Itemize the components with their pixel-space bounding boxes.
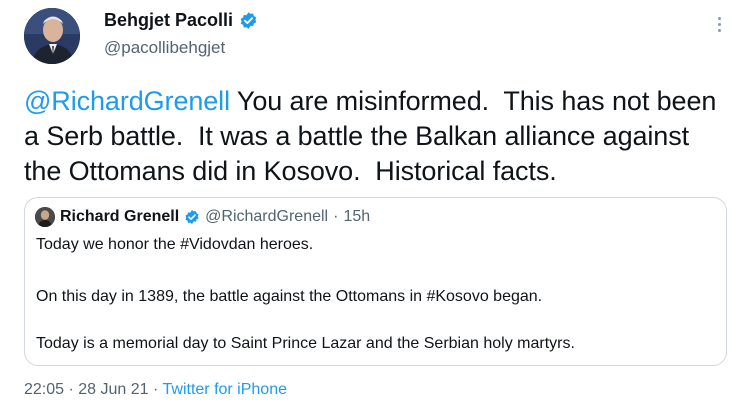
verified-badge-icon <box>239 11 258 30</box>
quoted-tweet-line-1: Today we honor the #Vidovdan heroes. <box>36 236 314 253</box>
quoted-author-display-name[interactable]: Richard Grenell <box>60 208 179 226</box>
quoted-separator: · <box>333 208 339 225</box>
tweet-text-line-1-rest: You are misinformed. This has not been <box>229 86 717 116</box>
quoted-tweet-age[interactable]: 15h <box>343 208 370 226</box>
author-name-row[interactable]: Behgjet Pacolli <box>104 10 258 31</box>
tweet-text-line-3: the Ottomans did in Kosovo. Historical f… <box>24 156 557 186</box>
quoted-tweet[interactable]: Richard Grenell @RichardGrenell · 15h To… <box>24 197 727 366</box>
tweet: Behgjet Pacolli @pacollibehgjet @Richard… <box>0 0 749 416</box>
quoted-tweet-line-2: On this day in 1389, the battle against … <box>36 288 543 305</box>
tweet-date[interactable]: 28 Jun 21 <box>78 381 148 398</box>
quoted-tweet-header: Richard Grenell @RichardGrenell · 15h <box>35 207 370 227</box>
author-display-name[interactable]: Behgjet Pacolli <box>104 10 233 31</box>
tweet-text-line-1: @RichardGrenell You are misinformed. Thi… <box>24 84 739 119</box>
tweet-text-line-2: a Serb battle. It was a battle the Balka… <box>24 121 690 151</box>
tweet-time[interactable]: 22:05 <box>24 381 64 398</box>
tweet-source-link[interactable]: Twitter for iPhone <box>163 381 288 398</box>
tweet-footer: 22:05 · 28 Jun 21 · Twitter for iPhone <box>24 381 287 399</box>
more-options-icon[interactable] <box>709 14 729 34</box>
tweet-text: @RichardGrenell You are misinformed. Thi… <box>24 84 739 189</box>
mention-link[interactable]: @RichardGrenell <box>24 86 230 116</box>
quoted-author-handle[interactable]: @RichardGrenell <box>205 208 328 226</box>
footer-separator-1: · <box>68 381 74 398</box>
footer-separator-2: · <box>153 381 159 398</box>
quoted-tweet-line-3: Today is a memorial day to Saint Prince … <box>36 335 575 352</box>
author-handle[interactable]: @pacollibehgjet <box>104 38 225 58</box>
quoted-verified-badge-icon <box>184 209 200 225</box>
author-avatar[interactable] <box>24 8 80 64</box>
quoted-author-avatar[interactable] <box>35 207 55 227</box>
